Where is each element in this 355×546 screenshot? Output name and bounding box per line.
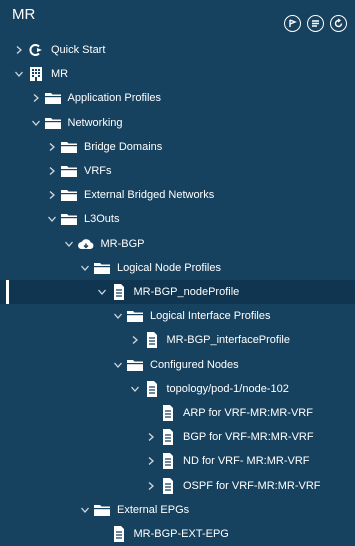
tree-item-label: ND for VRF- MR:MR-VRF [183,455,310,468]
chevron-down-icon[interactable] [31,118,41,128]
folder-icon [44,114,62,132]
refresh-icon[interactable] [330,15,347,32]
document-icon [159,477,177,495]
tree-item-configured-nodes[interactable]: Configured Nodes [0,353,355,377]
document-icon [110,525,128,543]
tag-icon[interactable] [284,15,301,32]
chevron-right-icon[interactable] [130,335,140,345]
chevron-right-icon[interactable] [47,142,57,152]
tree-item-label: MR [51,68,69,81]
document-icon [159,452,177,470]
tree-item-label: VRFs [84,165,112,177]
chevron-down-icon[interactable] [113,311,123,321]
chevron-down-icon[interactable] [64,239,74,249]
tree-item-mr-bgp-interfaceprofile[interactable]: MR-BGP_interfaceProfile [0,328,355,352]
tree-item-application-profiles[interactable]: Application Profiles [0,86,355,110]
chevron-down-icon[interactable] [80,505,90,515]
folder-icon [44,89,62,107]
document-icon [159,404,177,422]
chevron-right-icon[interactable] [146,432,156,442]
list-icon[interactable] [307,15,324,32]
tree-item-mr-bgp-ext-epg[interactable]: MR-BGP-EXT-EPG [0,522,355,546]
tree-item-bridge-domains[interactable]: Bridge Domains [0,135,355,159]
tree-item-label: ARP for VRF-MR:MR-VRF [183,407,313,419]
tree-item-label: Logical Interface Profiles [150,310,271,323]
chevron-right-icon[interactable] [146,456,156,466]
tree-item-mr[interactable]: MR [0,62,355,86]
chevron-down-icon[interactable] [14,69,24,79]
chevron-down-icon[interactable] [97,287,107,297]
chevron-right-icon[interactable] [47,166,57,176]
tree-item-networking[interactable]: Networking [0,111,355,135]
panel-header: MR [0,0,355,36]
folder-icon [93,501,111,519]
tree-item-label: Logical Node Profiles [117,261,221,274]
tree-item-label: Configured Nodes [150,358,239,371]
chevron-down-icon[interactable] [113,360,123,370]
tree-item-label: External EPGs [117,503,190,516]
chevron-right-icon[interactable] [31,93,41,103]
tree-item-ospf-vrf[interactable]: OSPF for VRF-MR:MR-VRF [0,474,355,498]
selection-indicator [6,280,9,304]
chevron-down-icon[interactable] [130,384,140,394]
tree-item-label: topology/pod-1/node-102 [166,382,289,395]
tree-item-label: Quick Start [51,44,106,56]
chevron-right-icon[interactable] [146,481,156,491]
folder-icon [60,162,78,180]
tree-item-label: Bridge Domains [84,140,163,153]
tree-item-mr-bgp[interactable]: MR-BGP [0,232,355,256]
tree-item-label: L3Outs [84,213,120,226]
tree-item-label: MR-BGP_nodeProfile [133,286,240,298]
tree-item-nd-vrf[interactable]: ND for VRF- MR:MR-VRF [0,449,355,473]
chevron-right-icon[interactable] [14,45,24,55]
tree-item-label: MR-BGP-EXT-EPG [133,528,229,540]
chevron-down-icon[interactable] [47,214,57,224]
folder-icon [93,259,111,277]
tree-item-label: Networking [67,116,123,129]
tree-item-label: MR-BGP [100,237,145,250]
quick-start-icon [27,41,45,59]
tree-item-logical-node-profiles[interactable]: Logical Node Profiles [0,256,355,280]
tree-item-label: External Bridged Networks [84,189,215,202]
panel-title: MR [12,6,36,23]
cloud-icon [77,235,95,253]
document-icon [110,283,128,301]
tree-item-logical-interface-profiles[interactable]: Logical Interface Profiles [0,304,355,328]
tree-item-external-bridged-networks[interactable]: External Bridged Networks [0,183,355,207]
tree-item-topology-node-102[interactable]: topology/pod-1/node-102 [0,377,355,401]
folder-icon [60,138,78,156]
folder-icon [126,356,144,374]
document-icon [143,380,161,398]
document-icon [143,331,161,349]
tree-item-quick-start[interactable]: Quick Start [0,38,355,62]
folder-icon [126,307,144,325]
navigation-panel: MR Quick Start MR Application Profiles Netw… [0,0,355,544]
tree-item-arp-vrf[interactable]: ARP for VRF-MR:MR-VRF [0,401,355,425]
tree-item-bgp-vrf[interactable]: BGP for VRF-MR:MR-VRF [0,425,355,449]
tree-item-label: BGP for VRF-MR:MR-VRF [183,431,314,444]
folder-icon [60,210,78,228]
tree-item-label: MR-BGP_interfaceProfile [166,334,291,347]
chevron-down-icon[interactable] [80,263,90,273]
tenant-icon [27,65,45,83]
tree-item-label: OSPF for VRF-MR:MR-VRF [183,479,321,492]
chevron-right-icon[interactable] [47,190,57,200]
tree-item-mr-bgp-nodeprofile[interactable]: MR-BGP_nodeProfile [0,280,355,304]
tree-item-l3outs[interactable]: L3Outs [0,207,355,231]
tree-item-external-epgs[interactable]: External EPGs [0,498,355,522]
folder-icon [60,186,78,204]
document-icon [159,428,177,446]
tree-item-label: Application Profiles [67,92,162,105]
tree-item-vrfs[interactable]: VRFs [0,159,355,183]
